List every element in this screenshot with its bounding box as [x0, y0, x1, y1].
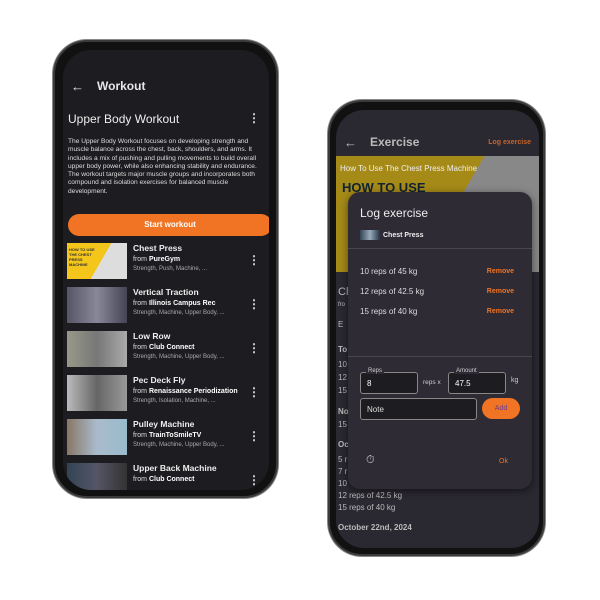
exercise-thumbnail	[67, 331, 127, 367]
log-exercise-dialog: Log exercise Chest Press 10 reps of 45 k…	[348, 192, 532, 489]
exercise-source: Club Connect	[148, 476, 195, 483]
exercise-tags: Strength, Machine, Upper Body, ...	[133, 354, 225, 360]
history-set-fragment: 15	[338, 420, 347, 429]
exercise-thumbnail	[67, 463, 127, 490]
logged-set: 15 reps of 40 kg	[360, 307, 418, 316]
exercise-name: Pulley Machine	[133, 419, 195, 429]
remove-set-button[interactable]: Remove	[487, 288, 514, 295]
workout-description: The Upper Body Workout focuses on develo…	[68, 138, 257, 195]
history-set-fragment: 7 r	[338, 467, 348, 476]
amount-unit: kg	[511, 377, 519, 384]
more-options-icon[interactable]: ⋮	[248, 474, 260, 486]
more-options-icon[interactable]: ⋮	[248, 298, 260, 310]
exercise-item[interactable]: Upper Back Machine from Club Connect	[67, 463, 267, 490]
exercise-item[interactable]: HOW TO USE THE CHEST PRESS MACHINE Chest…	[67, 243, 267, 283]
logged-set: 12 reps of 42.5 kg	[360, 287, 425, 296]
start-workout-button[interactable]: Start workout	[68, 214, 269, 236]
exercise-name: Pec Deck Fly	[133, 375, 186, 385]
timer-icon[interactable]: ⏱	[366, 454, 375, 467]
exercise-thumbnail	[67, 287, 127, 323]
app-bar: ← Workout	[63, 68, 269, 104]
workout-title: Upper Body Workout	[68, 112, 180, 126]
right-phone: ← Exercise Log exercise How To Use The Ch…	[328, 100, 545, 556]
tag-fragment: E	[338, 320, 344, 329]
exercise-source: Renaissance Periodization	[148, 388, 238, 395]
dialog-exercise-name: Chest Press	[383, 232, 424, 239]
source-fragment: fro	[338, 302, 346, 308]
reps-label: Reps	[366, 368, 385, 374]
add-set-button[interactable]: Add	[482, 398, 520, 419]
exercise-name: Upper Back Machine	[133, 463, 217, 473]
log-exercise-action[interactable]: Log exercise	[488, 139, 531, 146]
logged-set: 10 reps of 45 kg	[360, 267, 418, 276]
history-set-fragment: 10	[338, 360, 347, 369]
exercise-item[interactable]: Pec Deck Fly from Renaissance Periodizati…	[67, 375, 267, 415]
exercise-thumbnail	[360, 230, 380, 240]
history-set: 12 reps of 42.5 kg	[338, 491, 403, 500]
history-date: October 22nd, 2024	[338, 523, 412, 532]
video-title: How To Use The Chest Press Machine	[340, 164, 478, 173]
history-set-fragment: 12	[338, 373, 347, 382]
exercise-source: Illinois Campus Rec	[148, 300, 216, 307]
amount-label: Amount	[454, 368, 479, 374]
dialog-title: Log exercise	[360, 206, 429, 220]
exercise-tags: Strength, Machine, Upper Body, ...	[133, 442, 225, 448]
exercise-thumbnail	[67, 419, 127, 455]
reps-unit: reps x	[423, 379, 441, 386]
exercise-thumbnail: HOW TO USE THE CHEST PRESS MACHINE	[67, 243, 127, 279]
exercise-item[interactable]: Low Row from Club Connect Strength, Machin…	[67, 331, 267, 371]
exercise-item[interactable]: Pulley Machine from TrainToSmileTV Strengt…	[67, 419, 267, 459]
more-options-icon[interactable]: ⋮	[248, 430, 260, 442]
divider	[348, 356, 532, 357]
app-bar-title: Workout	[97, 79, 146, 93]
note-input[interactable]: Note	[360, 398, 477, 420]
back-arrow-icon[interactable]: ←	[344, 135, 370, 150]
exercise-tags: Strength, Push, Machine, ...	[133, 266, 208, 272]
left-phone: ← Workout Upper Body Workout ⋮ The Upper…	[53, 40, 278, 498]
exercise-thumbnail	[67, 375, 127, 411]
exercise-tags: Strength, Machine, Upper Body, ...	[133, 310, 225, 316]
remove-set-button[interactable]: Remove	[487, 268, 514, 275]
divider	[348, 248, 532, 249]
exercise-name: Vertical Traction	[133, 287, 199, 297]
exercise-tags: Strength, Isolation, Machine, ...	[133, 398, 216, 404]
history-set: 15 reps of 40 kg	[338, 503, 396, 512]
more-options-icon[interactable]: ⋮	[248, 386, 260, 398]
reps-input[interactable]: Reps 8	[360, 368, 418, 394]
workout-screen: ← Workout Upper Body Workout ⋮ The Upper…	[63, 50, 269, 490]
more-options-icon[interactable]: ⋮	[248, 254, 260, 266]
exercise-name: Low Row	[133, 331, 171, 341]
more-options-icon[interactable]: ⋮	[248, 342, 260, 354]
ok-button[interactable]: Ok	[499, 458, 508, 465]
history-date-fragment: To	[338, 345, 348, 354]
exercise-name: Chest Press	[133, 243, 183, 253]
amount-input[interactable]: Amount 47.5	[448, 368, 506, 394]
exercise-screen: ← Exercise Log exercise How To Use The Ch…	[336, 110, 539, 548]
exercise-source: TrainToSmileTV	[148, 432, 202, 439]
exercise-source: Club Connect	[148, 344, 195, 351]
history-set-fragment: 10	[338, 479, 347, 488]
history-set-fragment: 15	[338, 386, 347, 395]
app-bar-title: Exercise	[370, 134, 420, 149]
exercise-source: PureGym	[148, 256, 181, 263]
more-options-icon[interactable]: ⋮	[248, 112, 260, 124]
remove-set-button[interactable]: Remove	[487, 308, 514, 315]
history-set-fragment: 5 r	[338, 455, 348, 464]
app-bar: ← Exercise Log exercise	[336, 124, 539, 160]
exercise-item[interactable]: Vertical Traction from Illinois Campus Re…	[67, 287, 267, 327]
back-arrow-icon[interactable]: ←	[71, 79, 97, 94]
